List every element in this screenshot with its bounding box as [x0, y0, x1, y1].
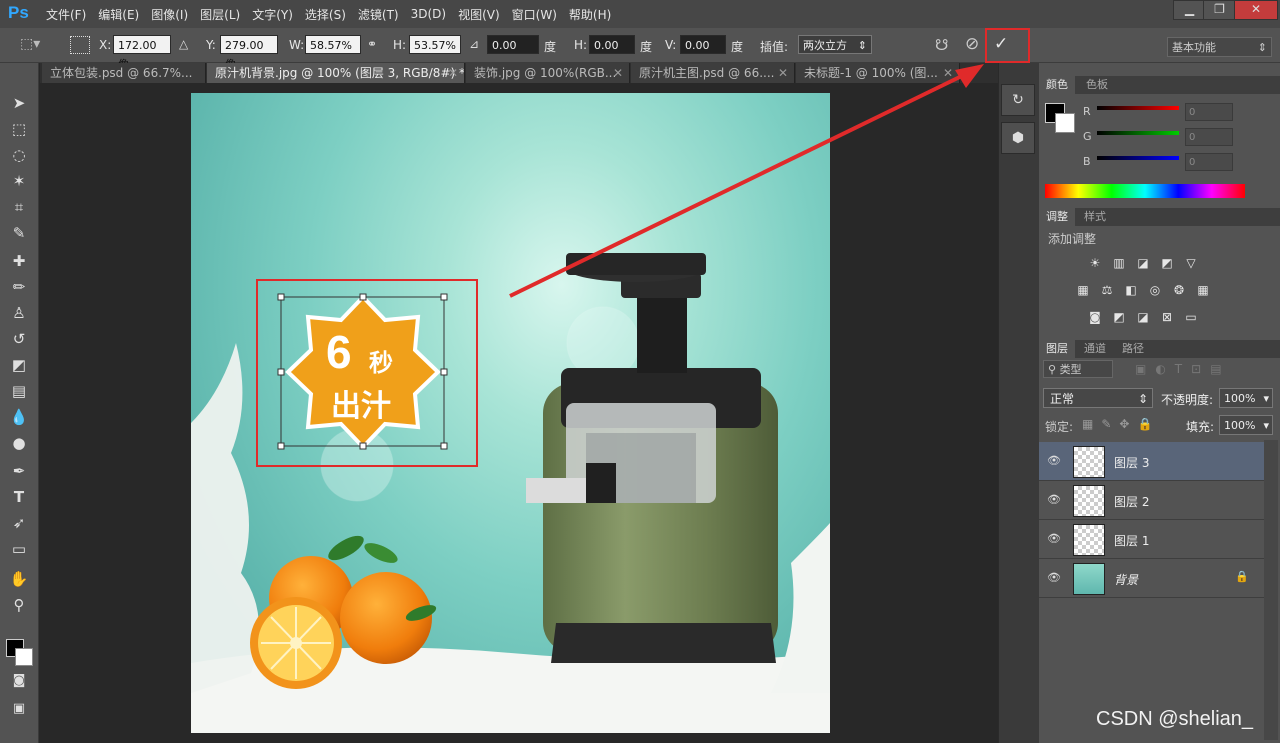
curves-icon[interactable]: ◪ [1135, 256, 1151, 270]
b-label: B [1083, 155, 1091, 168]
posterize-icon[interactable]: ◩ [1111, 310, 1127, 324]
3d-icon[interactable]: ⬢ [1001, 122, 1035, 154]
r-field[interactable]: 0 [1185, 103, 1233, 121]
layer-filter-value: 类型 [1059, 363, 1082, 376]
lock-label: 锁定: [1045, 420, 1074, 434]
layer-thumbnail [1073, 524, 1105, 556]
opacity-value: 100% [1224, 392, 1256, 405]
watermark: CSDN @shelian_ [1096, 708, 1254, 730]
selective-color-icon[interactable]: ⊠ [1159, 310, 1175, 324]
panel-dock [998, 63, 1039, 743]
g-slider[interactable] [1097, 131, 1179, 135]
vibrance-icon[interactable]: ▽ [1183, 256, 1199, 270]
visibility-eye-icon[interactable]: 👁 [1047, 454, 1061, 468]
tab-styles[interactable]: 样式 [1077, 208, 1113, 226]
g-field[interactable]: 0 [1185, 128, 1233, 146]
layers-panel-tabs: 图层 通道 路径 [1039, 340, 1280, 358]
tab-layers[interactable]: 图层 [1039, 340, 1075, 358]
chevron-down-icon: ▾ [1263, 392, 1269, 405]
tab-paths[interactable]: 路径 [1115, 340, 1151, 358]
gradient-map-icon[interactable]: ▭ [1183, 310, 1199, 324]
threshold-icon[interactable]: ◪ [1135, 310, 1151, 324]
blend-mode-value: 正常 [1050, 392, 1075, 406]
layer-row[interactable]: 👁 背景 🔒 [1039, 559, 1265, 598]
blend-mode-select[interactable]: 正常 ⇕ [1043, 388, 1153, 408]
visibility-eye-icon[interactable]: 👁 [1047, 532, 1061, 546]
filter-icons[interactable]: ▣◐T⊡▤ [1135, 362, 1231, 376]
adjust-title: 添加调整 [1048, 232, 1097, 246]
levels-icon[interactable]: ▥ [1111, 256, 1127, 270]
color-lookup-icon[interactable]: ▦ [1195, 283, 1211, 297]
brightness-icon[interactable]: ☀ [1087, 256, 1103, 270]
lock-icons[interactable]: ▦✎✥🔒 [1082, 417, 1160, 431]
photo-filter-icon[interactable]: ◎ [1147, 283, 1163, 297]
adjust-panel-tabs: 调整 样式 [1039, 208, 1280, 226]
color-panel-tabs: 颜色 色板 [1039, 76, 1280, 94]
tab-swatches[interactable]: 色板 [1079, 76, 1115, 94]
layer-row[interactable]: 👁 图层 1 [1039, 520, 1265, 559]
layer-thumbnail [1073, 563, 1105, 595]
tab-adjustments[interactable]: 调整 [1039, 208, 1075, 226]
fill-field[interactable]: 100% ▾ [1219, 415, 1273, 435]
balance-icon[interactable]: ⚖ [1099, 283, 1115, 297]
chevron-down-icon: ▾ [1263, 419, 1269, 432]
lock-icon: 🔒 [1235, 570, 1249, 583]
tab-channels[interactable]: 通道 [1077, 340, 1113, 358]
color-spectrum[interactable] [1045, 184, 1245, 198]
layer-name[interactable]: 背景 [1114, 571, 1138, 588]
chevron-down-icon: ⇕ [1137, 392, 1148, 406]
channel-mixer-icon[interactable]: ❂ [1171, 283, 1187, 297]
r-slider[interactable] [1097, 106, 1179, 110]
hue-icon[interactable]: ▦ [1075, 283, 1091, 297]
opacity-field[interactable]: 100% ▾ [1219, 388, 1273, 408]
exposure-icon[interactable]: ◩ [1159, 256, 1175, 270]
color-background[interactable] [1055, 113, 1075, 133]
r-label: R [1083, 105, 1091, 118]
history-icon[interactable]: ↻ [1001, 84, 1035, 116]
layer-name[interactable]: 图层 2 [1114, 493, 1149, 510]
visibility-eye-icon[interactable]: 👁 [1047, 571, 1061, 585]
fill-label: 填充: [1186, 420, 1215, 434]
bw-icon[interactable]: ◧ [1123, 283, 1139, 297]
layer-thumbnail [1073, 446, 1105, 478]
layer-name[interactable]: 图层 1 [1114, 532, 1149, 549]
b-field[interactable]: 0 [1185, 153, 1233, 171]
layer-name[interactable]: 图层 3 [1114, 454, 1149, 471]
layer-row[interactable]: 👁 图层 3 [1039, 442, 1265, 481]
g-label: G [1083, 130, 1092, 143]
opacity-label: 不透明度: [1161, 393, 1214, 407]
layers-scrollbar[interactable] [1264, 440, 1278, 740]
fill-value: 100% [1224, 419, 1256, 432]
b-slider[interactable] [1097, 156, 1179, 160]
layer-filter-select[interactable]: ⚲ 类型 [1043, 360, 1113, 378]
visibility-eye-icon[interactable]: 👁 [1047, 493, 1061, 507]
invert-icon[interactable]: ◙ [1087, 310, 1103, 324]
layer-row[interactable]: 👁 图层 2 [1039, 481, 1265, 520]
layer-thumbnail [1073, 485, 1105, 517]
tab-color[interactable]: 颜色 [1039, 76, 1075, 94]
